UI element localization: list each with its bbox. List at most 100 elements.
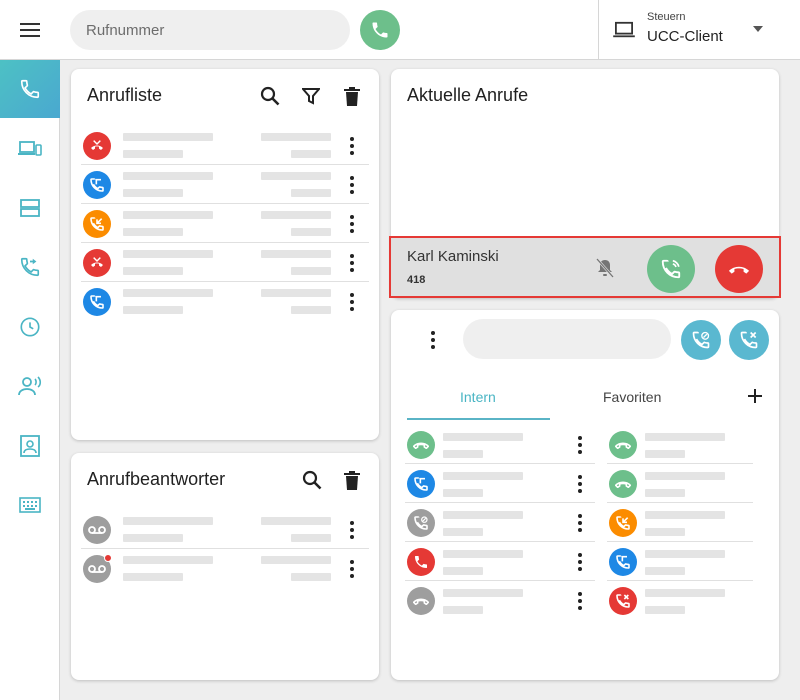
more-icon[interactable] [346, 558, 358, 580]
contacts-card: Intern Favoriten [391, 310, 779, 680]
search-icon[interactable] [300, 468, 324, 492]
list-item[interactable] [81, 549, 369, 588]
favorite-item[interactable] [607, 425, 753, 464]
more-icon[interactable] [346, 213, 358, 235]
contact-icon [20, 435, 40, 457]
contact-item[interactable] [405, 542, 595, 581]
call-idle-icon [407, 431, 435, 459]
caller-number: 418 [407, 274, 426, 286]
phone-in-talk-icon [661, 259, 681, 279]
incoming-call-icon [83, 210, 111, 238]
voicemail-icon [83, 516, 111, 544]
voicemail-card: Anrufbeantworter [71, 453, 379, 680]
call-offline-icon [407, 587, 435, 615]
sidebar [0, 60, 60, 700]
list-item[interactable] [81, 243, 369, 282]
more-icon[interactable] [346, 135, 358, 157]
more-icon[interactable] [346, 174, 358, 196]
more-icon[interactable] [574, 590, 586, 612]
sidebar-item-devices[interactable] [0, 120, 60, 178]
missed-call-icon [83, 249, 111, 277]
list-item[interactable] [81, 282, 369, 321]
sidebar-item-calls[interactable] [0, 60, 60, 118]
contact-item[interactable] [405, 425, 595, 464]
answer-call-button[interactable] [647, 245, 695, 293]
sidebar-item-history[interactable] [0, 298, 60, 356]
more-icon[interactable] [574, 434, 586, 456]
outgoing-call-icon [407, 470, 435, 498]
top-bar: Rufnummer Steuern UCC-Client [0, 0, 800, 60]
list-item[interactable] [81, 126, 369, 165]
phone-icon [372, 22, 388, 38]
list-item[interactable] [81, 510, 369, 549]
unread-badge [104, 554, 112, 562]
voicemail-icon [83, 554, 112, 583]
favorite-item[interactable] [607, 581, 753, 620]
client-caption: Steuern [647, 11, 686, 23]
more-icon[interactable] [427, 329, 439, 351]
sidebar-item-server[interactable] [0, 179, 60, 237]
client-selector[interactable]: Steuern UCC-Client [598, 0, 800, 60]
more-icon[interactable] [574, 473, 586, 495]
missed-call-icon [609, 587, 637, 615]
forward-call-button[interactable] [681, 320, 721, 360]
chevron-down-icon [753, 26, 763, 32]
reject-forward-button[interactable] [729, 320, 769, 360]
sidebar-item-contacts[interactable] [0, 417, 60, 475]
favorite-item[interactable] [607, 542, 753, 581]
call-transfer-icon [692, 331, 710, 349]
contact-item[interactable] [405, 464, 595, 503]
hangup-call-button[interactable] [715, 245, 763, 293]
list-item[interactable] [81, 165, 369, 204]
delete-icon[interactable] [340, 468, 364, 492]
call-forward-icon [20, 257, 40, 277]
more-icon[interactable] [346, 519, 358, 541]
favorite-item[interactable] [607, 464, 753, 503]
contact-search-input[interactable] [463, 319, 671, 359]
tab-intern[interactable]: Intern [460, 389, 496, 405]
caller-name: Karl Kaminski [407, 248, 499, 265]
more-icon[interactable] [574, 512, 586, 534]
call-list-card: Anrufliste [71, 69, 379, 440]
more-icon[interactable] [346, 252, 358, 274]
contact-item[interactable] [405, 503, 595, 542]
missed-call-icon [83, 132, 111, 160]
menu-icon[interactable] [18, 18, 42, 42]
outgoing-call-icon [609, 548, 637, 576]
phone-icon [20, 79, 40, 99]
phone-number-input[interactable]: Rufnummer [70, 10, 350, 50]
delete-icon[interactable] [340, 84, 364, 108]
list-item[interactable] [81, 204, 369, 243]
devices-icon [18, 141, 42, 156]
busy-call-icon [407, 548, 435, 576]
call-end-icon [728, 266, 750, 274]
contact-item[interactable] [405, 581, 595, 620]
laptop-icon [613, 21, 635, 38]
outgoing-call-icon [83, 171, 111, 199]
add-icon[interactable] [743, 384, 767, 408]
client-value: UCC-Client [647, 28, 723, 45]
voice-icon [18, 376, 42, 396]
sidebar-item-forwarding[interactable] [0, 238, 60, 296]
call-idle-icon [609, 470, 637, 498]
mute-notifications-icon[interactable] [593, 256, 617, 280]
keyboard-icon [19, 497, 41, 513]
more-icon[interactable] [574, 551, 586, 573]
more-icon[interactable] [346, 291, 358, 313]
voicemail-title: Anrufbeantworter [87, 469, 226, 489]
search-icon[interactable] [258, 84, 282, 108]
call-cancel-icon [740, 331, 758, 349]
active-tab-indicator [407, 418, 550, 420]
sidebar-item-keypad[interactable] [0, 476, 60, 534]
call-forward-icon [407, 509, 435, 537]
incoming-call-icon [609, 509, 637, 537]
filter-icon[interactable] [299, 84, 323, 108]
sidebar-item-presence[interactable] [0, 357, 60, 415]
dial-button[interactable] [360, 10, 400, 50]
active-call[interactable]: Karl Kaminski 418 [389, 236, 781, 298]
call-idle-icon [609, 431, 637, 459]
tab-favorites[interactable]: Favoriten [603, 389, 661, 405]
server-icon [20, 199, 40, 217]
favorite-item[interactable] [607, 503, 753, 542]
current-calls-title: Aktuelle Anrufe [407, 85, 529, 105]
